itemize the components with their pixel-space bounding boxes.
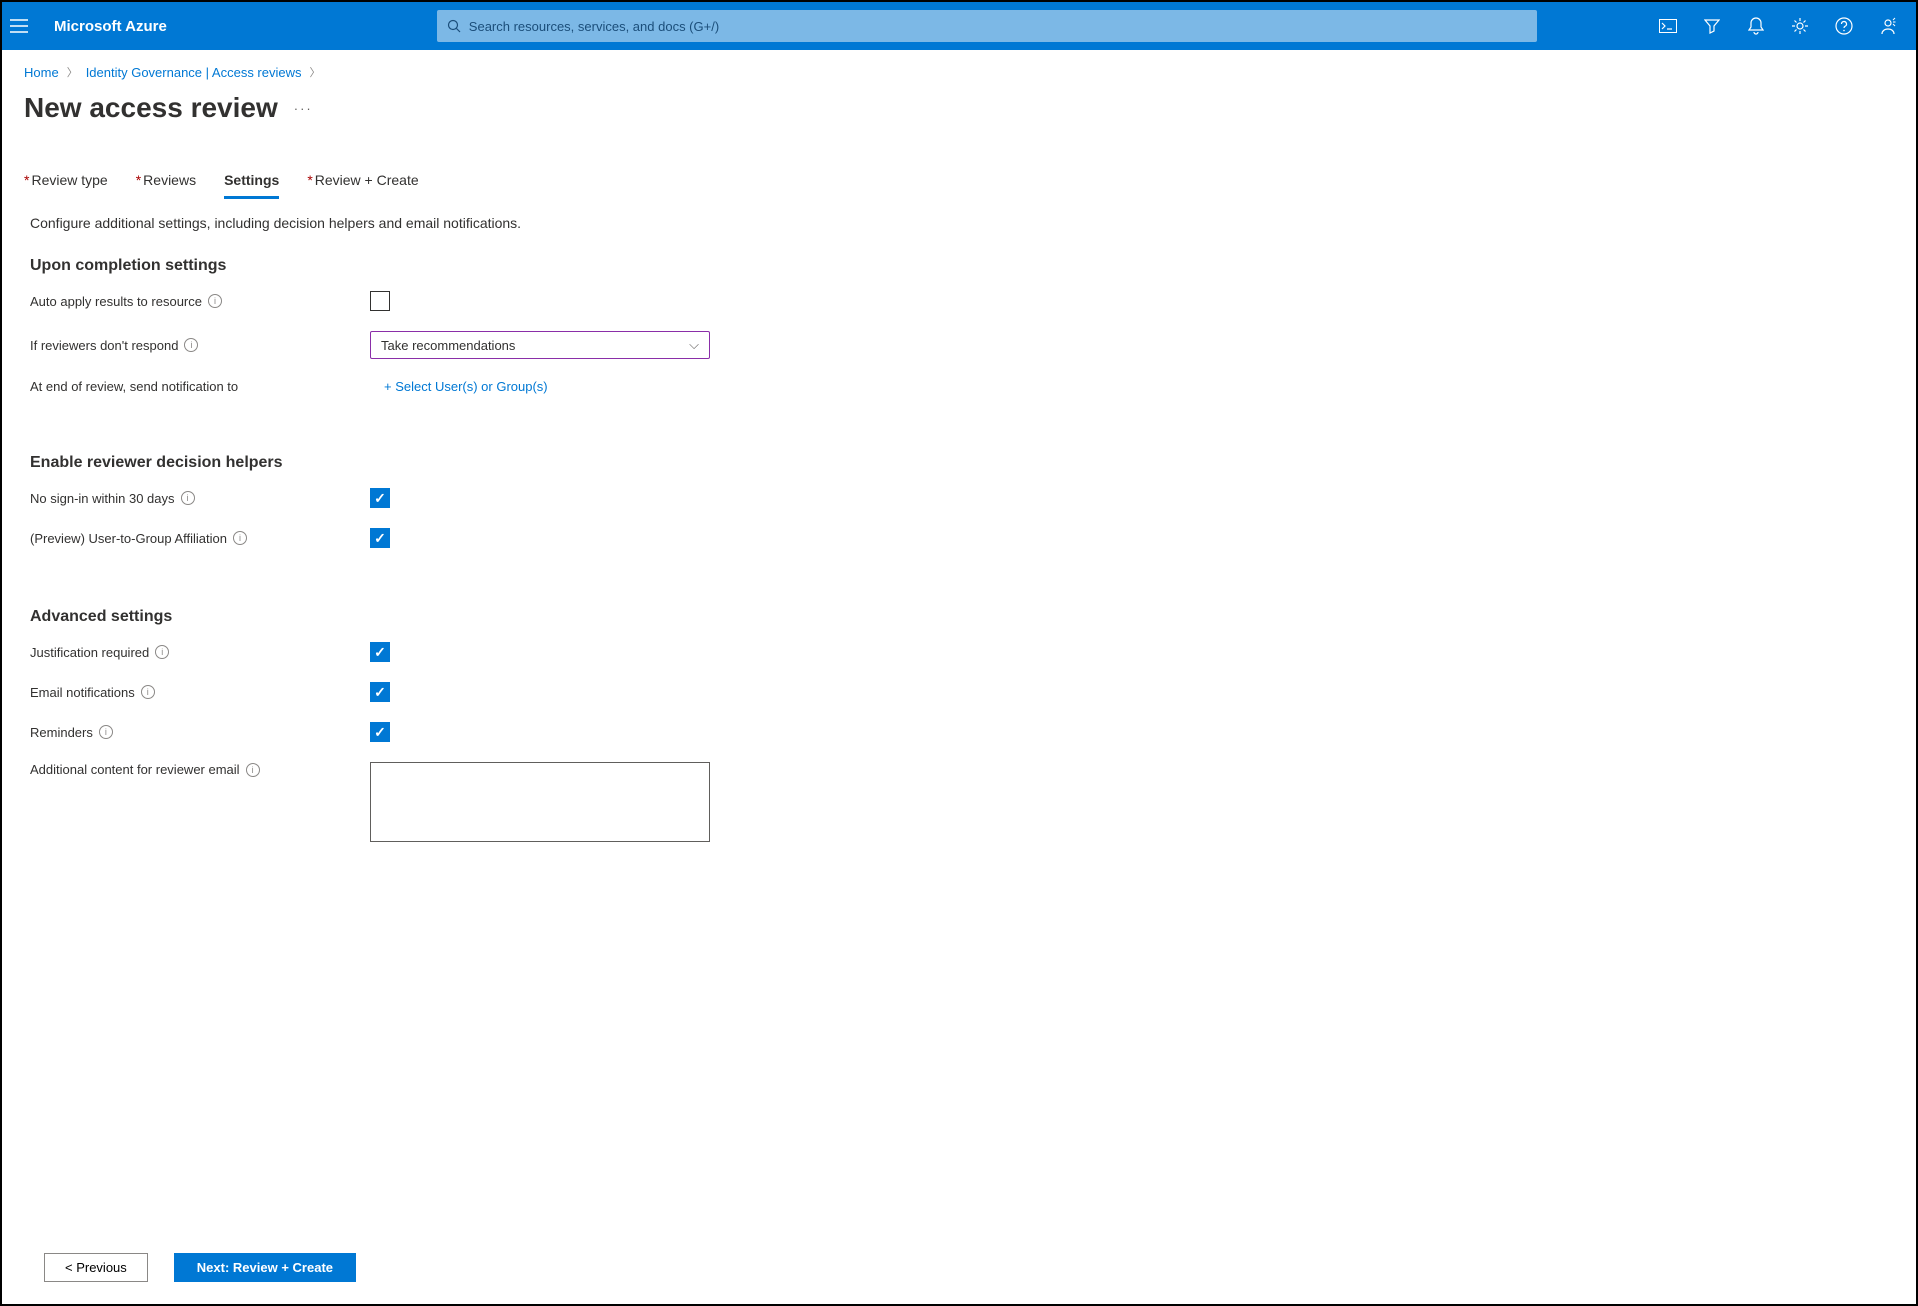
info-icon[interactable]: i [246,763,260,777]
field-justification: Justification required i [30,642,1888,662]
field-additional-content: Additional content for reviewer email i [30,762,1888,842]
next-button[interactable]: Next: Review + Create [174,1253,356,1282]
page-title-row: New access review ··· [2,80,1916,124]
reminders-checkbox[interactable] [370,722,390,742]
field-label: At end of review, send notification to [30,379,370,394]
section-advanced: Advanced settings Justification required… [2,568,1916,842]
search-box[interactable] [437,10,1537,42]
section-title: Enable reviewer decision helpers [30,454,1888,472]
wizard-footer: < Previous Next: Review + Create [44,1253,356,1282]
section-upon-completion: Upon completion settings Auto apply resu… [2,231,1916,394]
section-decision-helpers: Enable reviewer decision helpers No sign… [2,414,1916,548]
field-label: If reviewers don't respond i [30,338,370,353]
directory-filter-icon[interactable] [1692,6,1732,46]
chevron-right-icon: 〉 [67,64,78,80]
chevron-right-icon: 〉 [310,64,321,80]
info-icon[interactable]: i [184,338,198,352]
tab-review-create[interactable]: *Review + Create [307,172,418,199]
info-icon[interactable]: i [233,531,247,545]
info-icon[interactable]: i [155,645,169,659]
no-respond-select[interactable]: Take recommendations ⌵ [370,331,710,359]
select-users-link[interactable]: + Select User(s) or Group(s) [370,379,548,394]
menu-icon[interactable] [10,19,42,33]
top-icons [1648,6,1908,46]
page-title: New access review [24,92,278,124]
field-label: Additional content for reviewer email i [30,762,370,777]
info-icon[interactable]: i [208,294,222,308]
search-icon [447,19,461,33]
field-label: Email notifications i [30,685,370,700]
settings-description: Configure additional settings, including… [2,199,1916,231]
field-email-notif: Email notifications i [30,682,1888,702]
additional-content-textarea[interactable] [370,762,710,842]
help-icon[interactable] [1824,6,1864,46]
field-affiliation: (Preview) User-to-Group Affiliation i [30,528,1888,548]
more-actions-icon[interactable]: ··· [294,101,313,116]
notifications-icon[interactable] [1736,6,1776,46]
field-label: Justification required i [30,645,370,660]
field-notify: At end of review, send notification to +… [30,379,1888,394]
tabs: *Review type *Reviews Settings *Review +… [2,124,1916,199]
info-icon[interactable]: i [141,685,155,699]
field-no-respond: If reviewers don't respond i Take recomm… [30,331,1888,359]
section-title: Advanced settings [30,608,1888,626]
info-icon[interactable]: i [181,491,195,505]
tab-settings[interactable]: Settings [224,172,279,199]
email-notif-checkbox[interactable] [370,682,390,702]
breadcrumb-path[interactable]: Identity Governance | Access reviews [86,65,302,80]
auto-apply-checkbox[interactable] [370,291,390,311]
field-label: Auto apply results to resource i [30,294,370,309]
cloud-shell-icon[interactable] [1648,6,1688,46]
breadcrumb: Home 〉 Identity Governance | Access revi… [2,50,1916,80]
brand-label: Microsoft Azure [54,18,167,35]
chevron-down-icon: ⌵ [689,337,699,353]
field-label: (Preview) User-to-Group Affiliation i [30,531,370,546]
affiliation-checkbox[interactable] [370,528,390,548]
justification-checkbox[interactable] [370,642,390,662]
tab-reviews[interactable]: *Reviews [136,172,196,199]
breadcrumb-home[interactable]: Home [24,65,59,80]
search-input[interactable] [469,19,1527,34]
tab-review-type[interactable]: *Review type [24,172,108,199]
info-icon[interactable]: i [99,725,113,739]
settings-icon[interactable] [1780,6,1820,46]
field-label: Reminders i [30,725,370,740]
top-bar: Microsoft Azure [2,2,1916,50]
feedback-icon[interactable] [1868,6,1908,46]
previous-button[interactable]: < Previous [44,1253,148,1282]
section-title: Upon completion settings [30,257,1888,275]
field-no-signin: No sign-in within 30 days i [30,488,1888,508]
field-label: No sign-in within 30 days i [30,491,370,506]
no-signin-checkbox[interactable] [370,488,390,508]
field-auto-apply: Auto apply results to resource i [30,291,1888,311]
field-reminders: Reminders i [30,722,1888,742]
